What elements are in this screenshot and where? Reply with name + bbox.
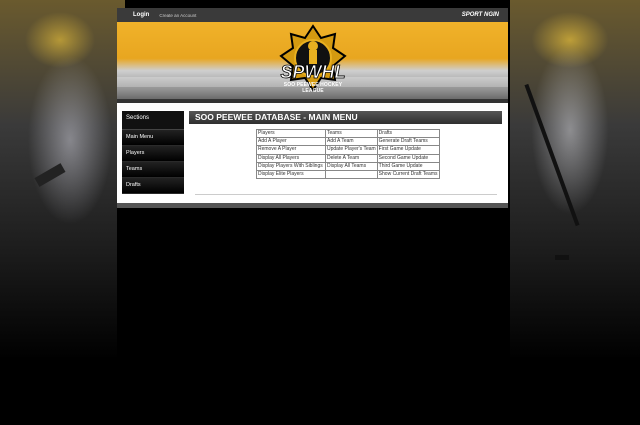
first-game-update-link[interactable]: First Game Update (376, 145, 440, 155)
display-elite-players-link[interactable]: Display Elite Players (256, 169, 326, 180)
display-players-siblings-link[interactable]: Display Players With Siblings (256, 161, 326, 171)
display-all-teams-link[interactable]: Display All Teams (325, 161, 378, 171)
empty-cell (325, 169, 378, 180)
sidebar-item-players[interactable]: Players (122, 146, 184, 162)
add-player-link[interactable]: Add A Player (256, 137, 326, 147)
add-team-link[interactable]: Add A Team (325, 137, 378, 147)
account-bar: Login Create an Account SPORT NGIN (117, 8, 508, 22)
table-row: Display Elite Players Show Current Draft… (256, 169, 440, 180)
column-header-drafts: Drafts (376, 128, 440, 139)
sidebar-section-title: Sections (122, 111, 184, 130)
league-logo[interactable]: SPWHL SOO PEEWEE HOCKEY LEAGUE (273, 24, 353, 102)
generate-draft-teams-link[interactable]: Generate Draft Teams (376, 137, 440, 147)
table-row: Remove A Player Update Player's Team Fir… (256, 145, 440, 155)
table-row: Display Players With Siblings Display Al… (256, 161, 440, 171)
third-game-update-link[interactable]: Third Game Update (376, 161, 440, 171)
puck (555, 255, 569, 260)
background-player-right (510, 0, 640, 360)
hockey-stick (524, 83, 580, 227)
content-panel: Sections Main Menu Players Teams Drafts … (117, 103, 508, 203)
column-header-players: Players (256, 128, 326, 139)
page-title: SOO PEEWEE DATABASE - MAIN MENU (189, 111, 502, 124)
content-divider (195, 194, 497, 195)
create-account-link[interactable]: Create an Account (159, 13, 196, 18)
sections-sidebar: Sections Main Menu Players Teams Drafts (122, 111, 184, 194)
logo-title: SPWHL (280, 62, 346, 83)
display-all-players-link[interactable]: Display All Players (256, 153, 326, 163)
main-menu-table: Players Teams Drafts Add A Player Add A … (256, 128, 440, 180)
sidebar-item-drafts[interactable]: Drafts (122, 178, 184, 194)
sportngin-logo[interactable]: SPORT NGIN (462, 12, 499, 18)
column-header-teams: Teams (325, 128, 378, 139)
delete-team-link[interactable]: Delete A Team (325, 153, 378, 163)
logo-tagline: SOO PEEWEE HOCKEY LEAGUE (283, 82, 343, 94)
table-row: Display All Players Delete A Team Second… (256, 153, 440, 163)
skate-left (34, 163, 66, 187)
background-player-left (0, 0, 125, 360)
table-header-row: Players Teams Drafts (256, 128, 440, 139)
update-player-team-link[interactable]: Update Player's Team (325, 145, 378, 155)
sidebar-item-main-menu[interactable]: Main Menu (122, 130, 184, 146)
table-row: Add A Player Add A Team Generate Draft T… (256, 137, 440, 147)
second-game-update-link[interactable]: Second Game Update (376, 153, 440, 163)
show-current-draft-teams-link[interactable]: Show Current Draft Teams (376, 169, 440, 180)
page-background-lower (117, 208, 508, 425)
remove-player-link[interactable]: Remove A Player (256, 145, 326, 155)
site-banner: SPWHL SOO PEEWEE HOCKEY LEAGUE (117, 22, 508, 103)
login-link[interactable]: Login (133, 12, 149, 18)
sidebar-item-teams[interactable]: Teams (122, 162, 184, 178)
